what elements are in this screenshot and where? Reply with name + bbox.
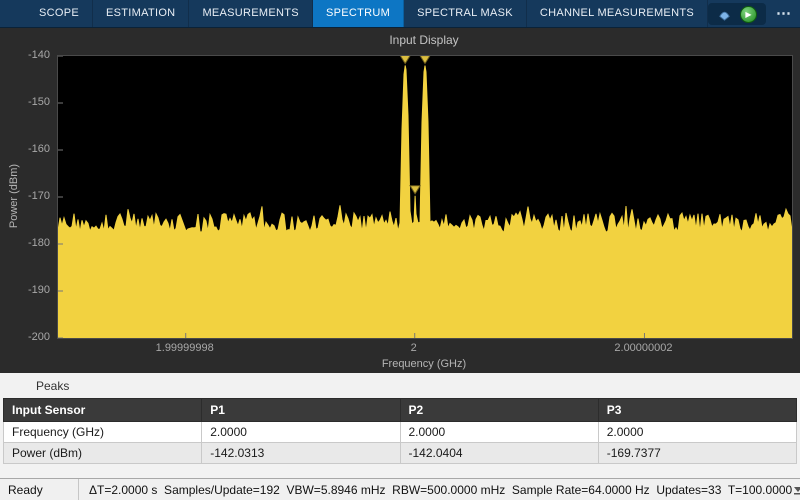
x-axis-label: Frequency (GHz) bbox=[381, 358, 467, 370]
y-tick-label: -190 bbox=[27, 284, 50, 296]
peaks-table: Input Sensor P1 P2 P3 Frequency (GHz) 2.0000 2… bbox=[2, 398, 798, 464]
playback-icon[interactable] bbox=[717, 7, 732, 22]
tab-channel-measurements[interactable]: CHANNEL MEASUREMENTS bbox=[527, 0, 708, 27]
collapse-statusbar-icon[interactable] bbox=[792, 484, 800, 496]
peak-value-cell[interactable]: 2.0000 bbox=[597, 421, 798, 443]
status-stats: ΔT=2.0000 s Samples/Update=192 VBW=5.894… bbox=[89, 482, 793, 497]
peak-value-cell[interactable]: 2.0000 bbox=[201, 421, 401, 443]
tab-bar: SCOPE ESTIMATION MEASUREMENTS SPECTRUM SPECT… bbox=[0, 0, 708, 27]
peak-marker-p3[interactable] bbox=[409, 185, 421, 195]
tab-estimation[interactable]: ESTIMATION bbox=[93, 0, 190, 27]
tab-spectrum[interactable]: SPECTRUM bbox=[312, 0, 405, 27]
y-tick-label: -140 bbox=[27, 49, 50, 61]
y-tick-label: -160 bbox=[27, 143, 50, 155]
row-label: Frequency (GHz) bbox=[2, 421, 203, 443]
peak-value-cell[interactable]: -142.0313 bbox=[201, 442, 401, 464]
y-tick-label: -180 bbox=[27, 237, 50, 249]
playback-controls: ▶ bbox=[708, 3, 766, 25]
status-text: Ready bbox=[0, 479, 79, 500]
toolbar-right: ▶ ⋯ bbox=[708, 0, 794, 28]
peaks-col-header-p3: P3 bbox=[597, 398, 798, 422]
tab-spectral-mask[interactable]: SPECTRAL MASK bbox=[404, 0, 527, 27]
y-tick-label: -200 bbox=[27, 331, 50, 343]
peak-value-cell[interactable]: -142.0404 bbox=[399, 442, 599, 464]
plot-area[interactable] bbox=[57, 55, 793, 339]
peak-marker-p1[interactable] bbox=[399, 56, 411, 65]
spectrum-trace bbox=[58, 65, 792, 338]
peak-value-cell[interactable]: -169.7377 bbox=[597, 442, 798, 464]
peak-marker-p2[interactable] bbox=[419, 56, 431, 65]
peaks-col-header-p1: P1 bbox=[201, 398, 401, 422]
status-bar: Ready ΔT=2.0000 s Samples/Update=192 VBW… bbox=[0, 478, 800, 500]
x-tick-label: 2.00000002 bbox=[614, 342, 673, 354]
tab-measurements[interactable]: MEASUREMENTS bbox=[189, 0, 313, 27]
y-tick-label: -170 bbox=[27, 190, 50, 202]
peak-value-cell[interactable]: 2.0000 bbox=[399, 421, 599, 443]
x-tick-label: 2 bbox=[410, 342, 417, 354]
peaks-col-header-input-sensor: Input Sensor bbox=[2, 398, 203, 422]
peaks-row-frequency-ghz-: Frequency (GHz) 2.0000 2.0000 2.0000 bbox=[2, 421, 798, 443]
peaks-panel-title: Peaks bbox=[36, 379, 70, 393]
run-button[interactable]: ▶ bbox=[740, 5, 757, 23]
row-label: Power (dBm) bbox=[2, 442, 203, 464]
chart-title: Input Display bbox=[389, 33, 459, 47]
more-options-button[interactable]: ⋯ bbox=[773, 1, 794, 27]
peaks-col-header-p2: P2 bbox=[399, 398, 599, 422]
y-tick-label: -150 bbox=[27, 96, 50, 108]
peaks-panel: Peaks Input Sensor P1 P2 P3 Frequency (GHz) 2… bbox=[0, 373, 800, 478]
toolbar: SCOPE ESTIMATION MEASUREMENTS SPECTRUM SPECT… bbox=[0, 0, 800, 28]
spectrum-analyzer-display: Input Display Power (dBm) -140 -150 -160 -1… bbox=[0, 28, 800, 373]
peaks-row-power-dbm-: Power (dBm) -142.0313 -142.0404 -169.7377 bbox=[2, 442, 798, 464]
tab-scope[interactable]: SCOPE bbox=[26, 0, 94, 27]
x-tick-label: 1.99999998 bbox=[155, 342, 214, 354]
spectrum-plot bbox=[58, 56, 792, 338]
